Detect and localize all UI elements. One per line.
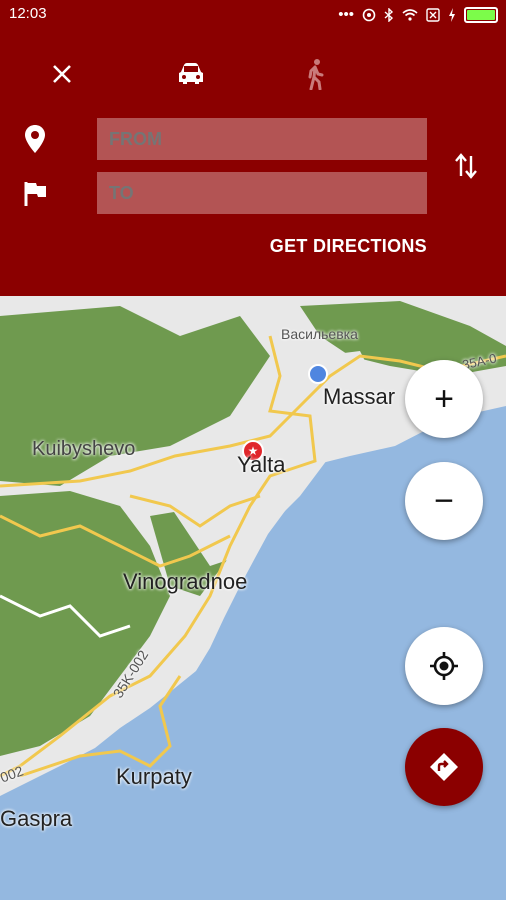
close-button[interactable] [44,56,80,92]
bluetooth-icon [384,7,394,22]
no-sim-icon [426,7,440,22]
map-label-kuibyshevo: Kuibyshevo [32,438,136,460]
zoom-out-button[interactable]: − [405,462,483,540]
from-input[interactable] [97,118,427,160]
directions-turn-icon [430,753,458,781]
location-pin-icon [25,125,45,153]
zoom-in-button[interactable]: + [405,360,483,438]
get-directions-button[interactable]: GET DIRECTIONS [270,236,427,257]
map-view[interactable]: Васильевка Massar 35A-0 Kuibyshevo ★ Yal… [0,296,506,900]
origin-marker [24,124,48,156]
status-time: 12:03 [9,5,47,22]
swap-button[interactable] [454,152,480,182]
map-label-vinogradnoe: Vinogradnoe [123,569,248,594]
status-bar: 12:03 ••• [0,0,506,28]
hotspot-icon [362,8,376,21]
minus-icon: − [434,482,454,520]
directions-panel: GET DIRECTIONS [0,28,506,296]
map-label-gaspra: Gaspra [0,806,73,831]
map-label-yalta: Yalta [237,452,286,477]
car-icon [179,63,203,84]
directions-button[interactable] [405,728,483,806]
plus-icon: + [434,380,454,418]
to-input[interactable] [97,172,427,214]
battery-icon [464,6,498,23]
car-mode-tab[interactable] [173,56,209,92]
destination-marker [24,181,48,207]
more-icon: ••• [338,6,354,23]
charging-icon [449,7,455,22]
battery-level [467,9,495,20]
my-location-button[interactable] [405,627,483,705]
wifi-icon [402,8,418,21]
map-label-massandra: Massar [323,384,396,409]
status-icons: ••• [338,6,498,23]
walk-icon [308,59,324,90]
flag-icon [24,182,46,206]
close-icon [53,65,71,83]
map-label-vasilyevka: Васильевка [281,326,358,342]
bus-station-marker [308,364,328,384]
walk-mode-tab[interactable] [297,56,333,92]
swap-vertical-icon [455,153,477,179]
crosshair-icon [430,652,458,680]
map-label-kurpaty: Kurpaty [116,764,192,789]
